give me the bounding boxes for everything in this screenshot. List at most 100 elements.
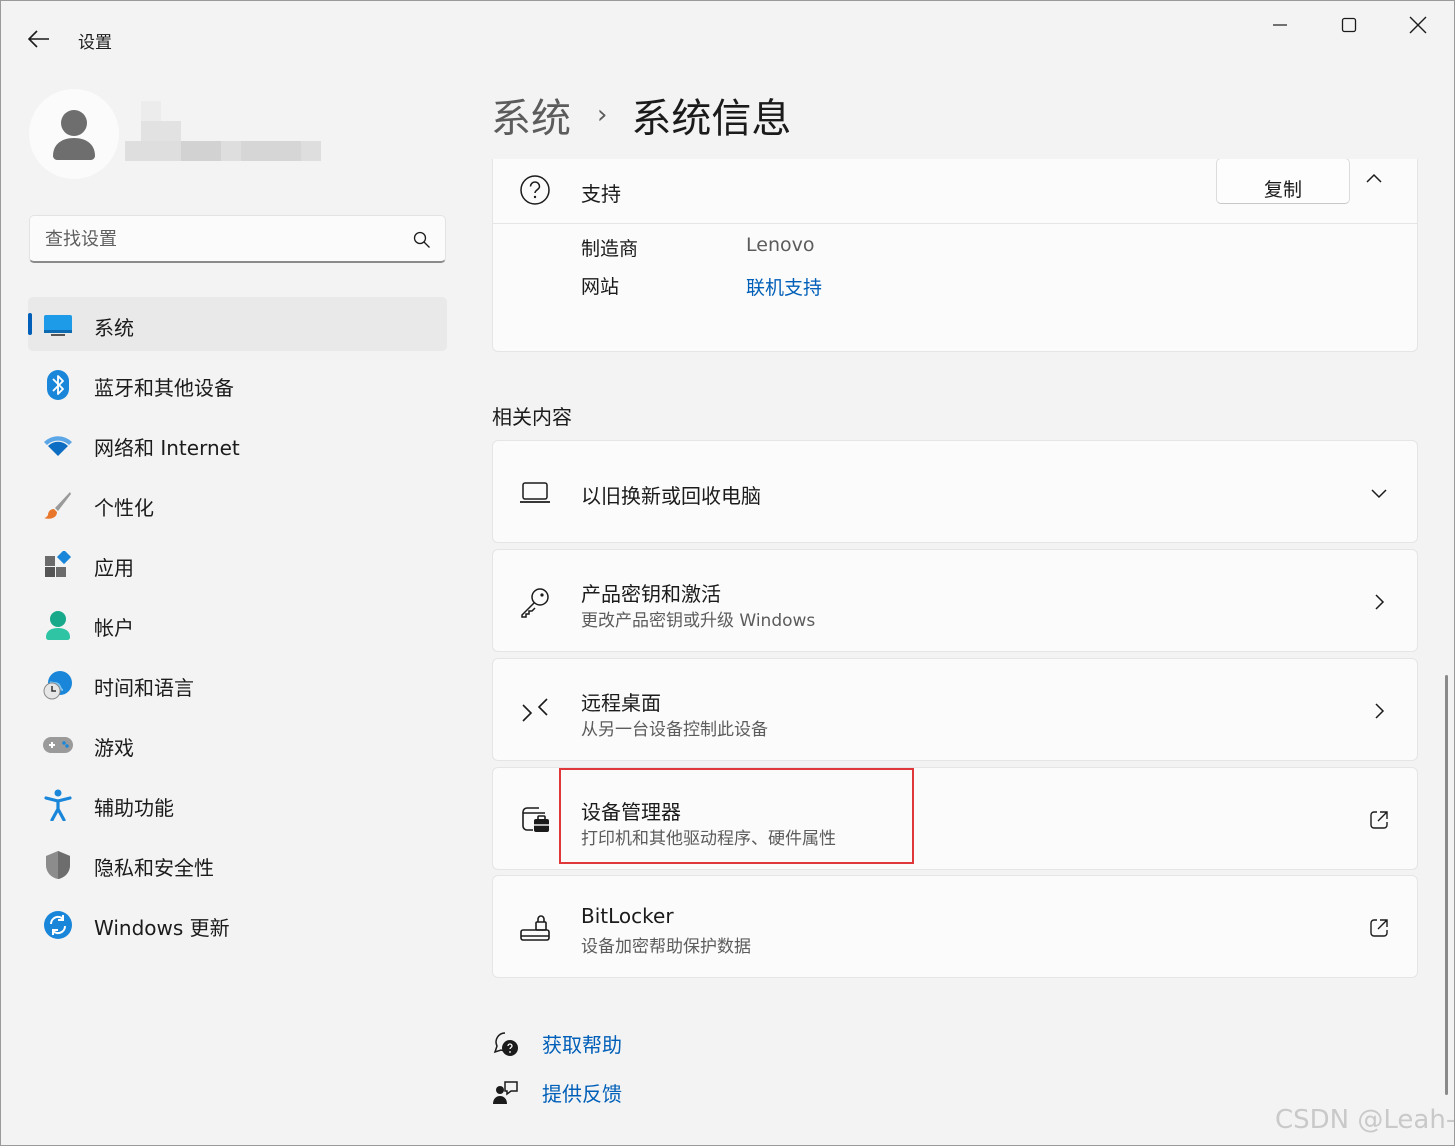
close-icon bbox=[1409, 16, 1427, 34]
sidebar-item-label: 个性化 bbox=[94, 496, 154, 520]
support-header[interactable]: 支持 复制 bbox=[493, 159, 1417, 224]
chevron-right-icon[interactable] bbox=[1367, 590, 1391, 614]
sidebar-item-label: 时间和语言 bbox=[94, 676, 194, 700]
settings-window: 设置 系统 bbox=[0, 0, 1455, 1146]
active-indicator bbox=[28, 313, 32, 335]
search-input[interactable] bbox=[30, 216, 400, 262]
brush-icon bbox=[42, 489, 74, 521]
device-manager-icon bbox=[517, 802, 553, 838]
accessibility-icon bbox=[42, 789, 74, 821]
laptop-icon bbox=[517, 475, 553, 511]
external-link-icon[interactable] bbox=[1367, 916, 1391, 940]
maximize-icon bbox=[1341, 17, 1357, 33]
avatar[interactable] bbox=[29, 89, 119, 179]
minimize-button[interactable] bbox=[1247, 5, 1313, 45]
get-help-link[interactable]: 获取帮助 bbox=[492, 1029, 622, 1058]
sidebar-item-network[interactable]: 网络和 Internet bbox=[28, 417, 447, 471]
manufacturer-label: 制造商 bbox=[581, 238, 639, 260]
time-language-icon bbox=[42, 669, 74, 701]
apps-icon bbox=[42, 549, 74, 581]
feedback-icon bbox=[492, 1079, 520, 1107]
shield-icon bbox=[42, 849, 74, 881]
related-item-subtitle: 从另一台设备控制此设备 bbox=[581, 720, 768, 740]
support-label: 支持 bbox=[581, 182, 621, 206]
related-item-subtitle: 打印机和其他驱动程序、硬件属性 bbox=[581, 829, 836, 849]
website-label: 网站 bbox=[581, 276, 620, 298]
sidebar-item-label: 应用 bbox=[94, 556, 134, 580]
section-title-related: 相关内容 bbox=[492, 405, 572, 429]
sidebar-item-system[interactable]: 系统 bbox=[28, 297, 447, 351]
search-box[interactable] bbox=[29, 215, 446, 263]
related-item-title: 以旧换新或回收电脑 bbox=[581, 484, 761, 508]
app-title: 设置 bbox=[78, 33, 112, 53]
help-icon bbox=[492, 1030, 520, 1058]
user-icon bbox=[53, 110, 95, 160]
related-item-subtitle: 更改产品密钥或升级 Windows bbox=[581, 611, 816, 631]
sidebar-item-label: 隐私和安全性 bbox=[94, 856, 214, 880]
sidebar-item-time-language[interactable]: 时间和语言 bbox=[28, 657, 447, 711]
chevron-down-icon[interactable] bbox=[1367, 481, 1391, 505]
related-item-title: 产品密钥和激活 bbox=[581, 582, 721, 606]
related-item-remote-desktop[interactable]: 远程桌面 从另一台设备控制此设备 bbox=[492, 658, 1418, 761]
related-item-bitlocker[interactable]: BitLocker 设备加密帮助保护数据 bbox=[492, 875, 1418, 978]
sidebar-item-apps[interactable]: 应用 bbox=[28, 537, 447, 591]
search-icon[interactable] bbox=[413, 231, 431, 249]
related-item-product-key[interactable]: 产品密钥和激活 更改产品密钥或升级 Windows bbox=[492, 549, 1418, 652]
account-icon bbox=[42, 609, 74, 641]
give-feedback-link[interactable]: 提供反馈 bbox=[492, 1078, 622, 1107]
bitlocker-icon bbox=[517, 910, 553, 946]
sidebar-item-personalization[interactable]: 个性化 bbox=[28, 477, 447, 531]
sidebar-item-privacy[interactable]: 隐私和安全性 bbox=[28, 837, 447, 891]
question-circle-icon bbox=[520, 175, 550, 205]
get-help-label: 获取帮助 bbox=[542, 1033, 622, 1057]
sidebar-item-label: 蓝牙和其他设备 bbox=[94, 376, 234, 400]
sidebar-item-label: 游戏 bbox=[94, 736, 134, 760]
wifi-icon bbox=[42, 429, 74, 461]
breadcrumb: 系统 › 系统信息 bbox=[491, 87, 791, 143]
minimize-icon bbox=[1273, 24, 1287, 26]
related-item-title: BitLocker bbox=[581, 904, 674, 928]
sidebar-item-label: 网络和 Internet bbox=[94, 436, 240, 460]
sidebar-item-accounts[interactable]: 帐户 bbox=[28, 597, 447, 651]
gamepad-icon bbox=[42, 729, 74, 761]
main-content: 支持 复制 制造商 Lenovo 网站 联机支持 相关内容 以旧换新或回收电脑 bbox=[492, 159, 1418, 1145]
windows-update-icon bbox=[42, 909, 74, 941]
remote-desktop-icon bbox=[517, 693, 553, 729]
chevron-up-icon[interactable] bbox=[1365, 170, 1383, 188]
sidebar-item-accessibility[interactable]: 辅助功能 bbox=[28, 777, 447, 831]
external-link-icon[interactable] bbox=[1367, 808, 1391, 832]
sidebar-nav: 系统 蓝牙和其他设备 网络和 Internet 个性化 应用 帐户 时间和语言 … bbox=[28, 297, 447, 957]
sidebar-item-gaming[interactable]: 游戏 bbox=[28, 717, 447, 771]
scrollbar-thumb[interactable] bbox=[1445, 675, 1448, 1095]
support-card: 支持 复制 制造商 Lenovo 网站 联机支持 bbox=[492, 159, 1418, 352]
breadcrumb-separator: › bbox=[597, 100, 608, 130]
key-icon bbox=[517, 584, 553, 620]
chevron-right-icon[interactable] bbox=[1367, 699, 1391, 723]
related-item-device-manager[interactable]: 设备管理器 打印机和其他驱动程序、硬件属性 bbox=[492, 767, 1418, 870]
related-item-title: 设备管理器 bbox=[581, 800, 681, 824]
copy-button[interactable]: 复制 bbox=[1216, 159, 1350, 204]
online-support-link[interactable]: 联机支持 bbox=[746, 273, 822, 300]
maximize-button[interactable] bbox=[1316, 5, 1382, 45]
sidebar-item-label: Windows 更新 bbox=[94, 916, 230, 940]
watermark: CSDN @Leah- bbox=[1275, 1105, 1455, 1135]
sidebar-item-label: 帐户 bbox=[94, 616, 134, 640]
back-button[interactable] bbox=[19, 21, 59, 57]
sidebar-item-bluetooth[interactable]: 蓝牙和其他设备 bbox=[28, 357, 447, 411]
breadcrumb-parent[interactable]: 系统 bbox=[491, 86, 571, 144]
bluetooth-icon bbox=[42, 369, 74, 401]
sidebar-item-label: 系统 bbox=[94, 316, 134, 340]
title-bar: 设置 bbox=[1, 1, 1454, 75]
related-item-subtitle: 设备加密帮助保护数据 bbox=[581, 937, 751, 957]
give-feedback-label: 提供反馈 bbox=[542, 1082, 622, 1106]
close-button[interactable] bbox=[1385, 5, 1451, 45]
arrow-left-icon bbox=[28, 30, 49, 48]
account-name-redacted bbox=[125, 101, 321, 161]
sidebar-item-windows-update[interactable]: Windows 更新 bbox=[28, 897, 447, 951]
system-icon bbox=[42, 309, 74, 341]
related-item-trade-in[interactable]: 以旧换新或回收电脑 bbox=[492, 440, 1418, 543]
manufacturer-value: Lenovo bbox=[746, 234, 815, 256]
sidebar-item-label: 辅助功能 bbox=[94, 796, 174, 820]
related-item-title: 远程桌面 bbox=[581, 691, 661, 715]
page-title: 系统信息 bbox=[631, 96, 792, 142]
